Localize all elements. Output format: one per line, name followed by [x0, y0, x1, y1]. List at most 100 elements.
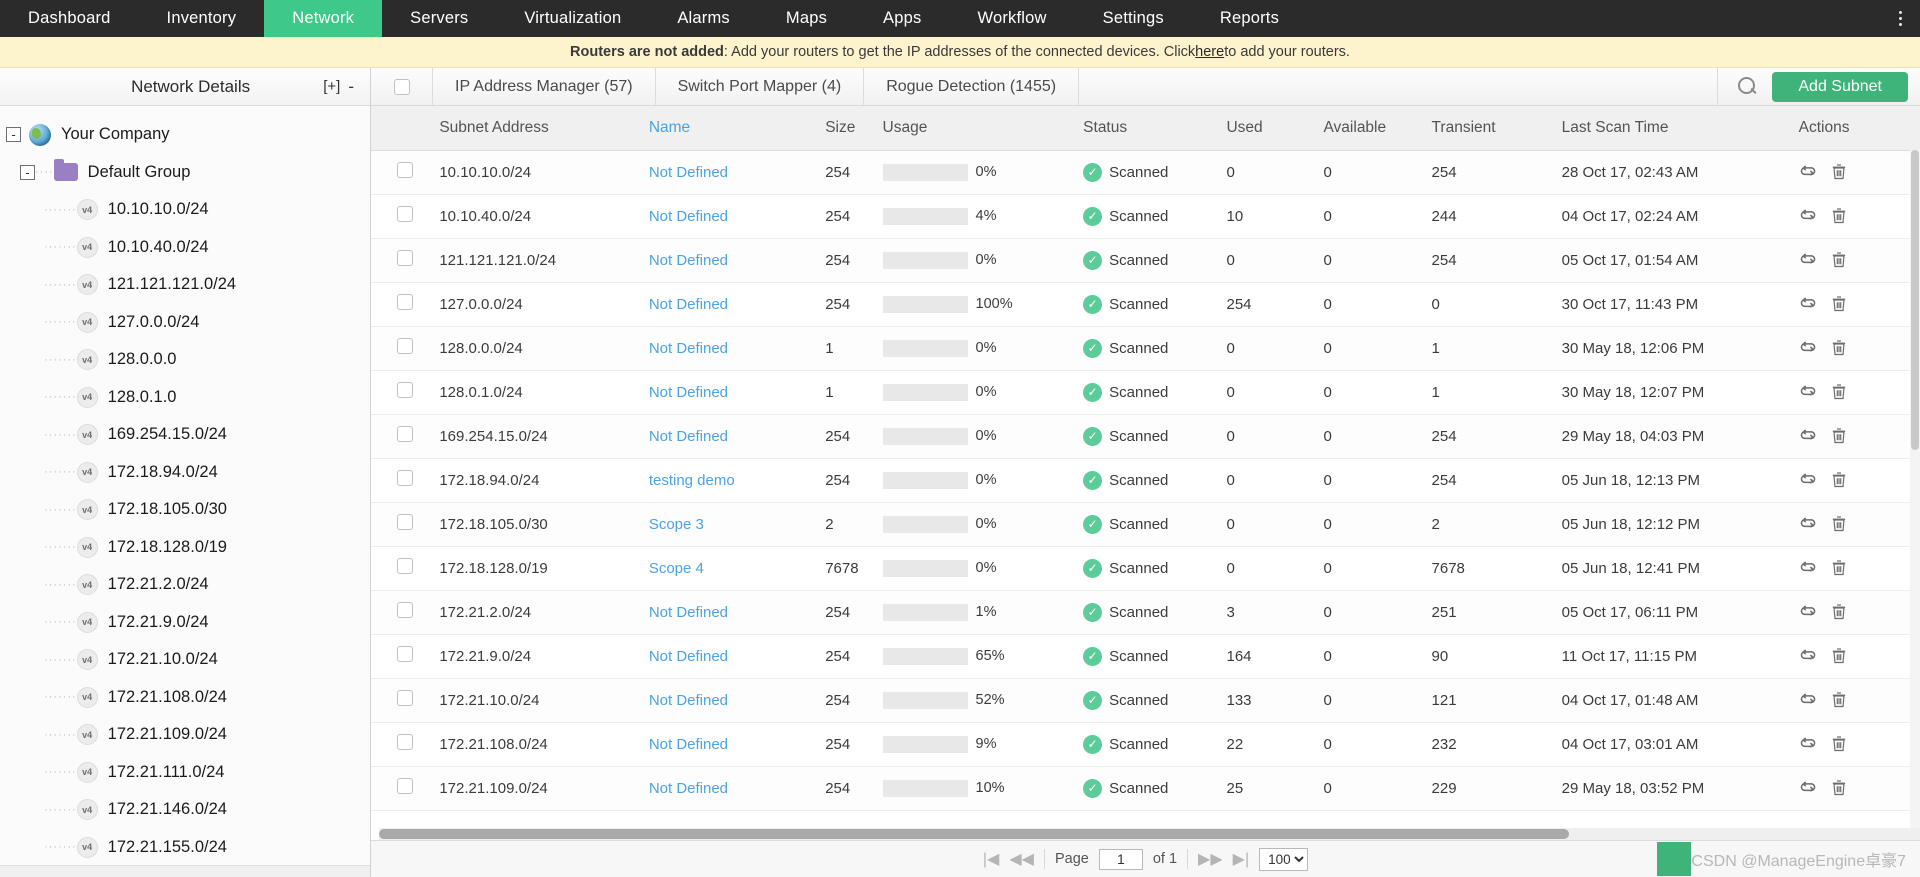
tab-rogue-detection[interactable]: Rogue Detection (1455) — [864, 68, 1080, 105]
subnet-name-link[interactable]: Not Defined — [649, 208, 728, 225]
table-row[interactable]: 172.18.128.0/19 Scope 4 7678 0% ✓ Scanne… — [371, 546, 1920, 591]
delete-icon[interactable] — [1832, 604, 1846, 620]
cell-name[interactable]: Not Defined — [648, 282, 826, 327]
row-checkbox[interactable] — [397, 690, 414, 706]
table-vertical-scrollbar[interactable] — [1910, 150, 1920, 828]
rescan-icon[interactable] — [1799, 252, 1818, 268]
cell-name[interactable]: Not Defined — [648, 194, 826, 239]
table-row[interactable]: 172.18.94.0/24 testing demo 254 0% ✓ Sca… — [371, 458, 1920, 503]
nav-item-maps[interactable]: Maps — [758, 0, 855, 37]
table-row[interactable]: 172.21.109.0/24 Not Defined 254 10% ✓ Sc… — [371, 766, 1920, 811]
cell-name[interactable]: Not Defined — [648, 634, 826, 679]
row-checkbox[interactable] — [397, 250, 414, 266]
column-last-scan-time[interactable]: Last Scan Time — [1561, 106, 1799, 151]
tree-node-subnet[interactable]: ······· v4 172.18.105.0/30 — [0, 491, 370, 529]
tab-switch-port-mapper[interactable]: Switch Port Mapper (4) — [656, 68, 865, 105]
rescan-icon[interactable] — [1799, 296, 1818, 312]
rescan-icon[interactable] — [1799, 340, 1818, 356]
tree-node-subnet[interactable]: ······· v4 172.21.2.0/24 — [0, 566, 370, 604]
rescan-icon[interactable] — [1799, 692, 1818, 708]
tree-node-subnet[interactable]: ······· v4 128.0.0.0 — [0, 341, 370, 379]
table-row[interactable]: 128.0.1.0/24 Not Defined 1 0% ✓ Scanned … — [371, 370, 1920, 415]
subnet-name-link[interactable]: Not Defined — [649, 736, 728, 753]
tree-node-subnet[interactable]: ······· v4 121.121.121.0/24 — [0, 266, 370, 304]
row-checkbox[interactable] — [397, 646, 414, 662]
column-subnet-address[interactable]: Subnet Address — [439, 106, 649, 151]
tree-node-subnet[interactable]: ······· v4 172.18.94.0/24 — [0, 454, 370, 492]
subnet-name-link[interactable]: testing demo — [649, 472, 735, 489]
subnet-name-link[interactable]: Scope 3 — [649, 516, 704, 533]
tree-node-subnet[interactable]: ······· v4 172.21.109.0/24 — [0, 716, 370, 754]
row-checkbox[interactable] — [397, 734, 414, 750]
delete-icon[interactable] — [1832, 340, 1846, 356]
tree-node-subnet[interactable]: ······· v4 172.21.9.0/24 — [0, 604, 370, 642]
table-row[interactable]: 127.0.0.0/24 Not Defined 254 100% ✓ Scan… — [371, 282, 1920, 327]
row-checkbox[interactable] — [397, 382, 414, 398]
banner-here-link[interactable]: here — [1195, 44, 1224, 60]
tree-node-subnet[interactable]: ······· v4 172.18.128.0/19 — [0, 529, 370, 567]
row-checkbox[interactable] — [397, 514, 414, 530]
nav-item-apps[interactable]: Apps — [855, 0, 949, 37]
row-checkbox[interactable] — [397, 338, 414, 354]
table-row[interactable]: 128.0.0.0/24 Not Defined 1 0% ✓ Scanned … — [371, 326, 1920, 371]
tree-toggle-icon[interactable]: - — [20, 164, 35, 180]
cell-name[interactable]: Not Defined — [648, 238, 826, 283]
cell-name[interactable]: Scope 4 — [648, 546, 826, 591]
column-usage[interactable]: Usage — [882, 106, 1084, 151]
scrollbar-thumb[interactable] — [1911, 150, 1919, 450]
cell-name[interactable]: Not Defined — [648, 414, 826, 459]
cell-name[interactable]: testing demo — [648, 458, 826, 503]
table-row[interactable]: 172.21.108.0/24 Not Defined 254 9% ✓ Sca… — [371, 722, 1920, 767]
add-subnet-button[interactable]: Add Subnet — [1772, 71, 1908, 102]
table-row[interactable]: 172.21.2.0/24 Not Defined 254 1% ✓ Scann… — [371, 590, 1920, 635]
rescan-icon[interactable] — [1799, 472, 1818, 488]
rescan-icon[interactable] — [1799, 384, 1818, 400]
subnet-name-link[interactable]: Not Defined — [649, 604, 728, 621]
cell-name[interactable]: Not Defined — [648, 590, 826, 635]
subnet-name-link[interactable]: Not Defined — [649, 340, 728, 357]
cell-name[interactable]: Not Defined — [648, 150, 826, 195]
table-row[interactable]: 172.21.10.0/24 Not Defined 254 52% ✓ Sca… — [371, 678, 1920, 723]
subnet-name-link[interactable]: Not Defined — [649, 692, 728, 709]
table-row[interactable]: 172.18.105.0/30 Scope 3 2 0% ✓ Scanned 0… — [371, 502, 1920, 547]
page-size-select[interactable]: 2550100200 — [1259, 847, 1309, 871]
row-checkbox[interactable] — [397, 558, 414, 574]
rescan-icon[interactable] — [1799, 604, 1818, 620]
tree-node-subnet[interactable]: ······· v4 172.21.10.0/24 — [0, 641, 370, 679]
subnet-name-link[interactable]: Scope 4 — [649, 560, 704, 577]
nav-item-virtualization[interactable]: Virtualization — [496, 0, 649, 37]
tree-node-subnet[interactable]: ······· v4 172.21.111.0/24 — [0, 754, 370, 792]
nav-item-network[interactable]: Network — [264, 0, 383, 37]
row-checkbox[interactable] — [397, 206, 414, 222]
tree-node-subnet[interactable]: ······· v4 172.21.146.0/24 — [0, 791, 370, 829]
last-page-button[interactable]: ▶| — [1233, 849, 1249, 869]
nav-item-alarms[interactable]: Alarms — [649, 0, 758, 37]
rescan-icon[interactable] — [1799, 560, 1818, 576]
delete-icon[interactable] — [1832, 560, 1846, 576]
nav-item-dashboard[interactable]: Dashboard — [0, 0, 139, 37]
rescan-icon[interactable] — [1799, 736, 1818, 752]
table-row[interactable]: 10.10.40.0/24 Not Defined 254 4% ✓ Scann… — [371, 194, 1920, 239]
nav-item-inventory[interactable]: Inventory — [139, 0, 265, 37]
tree-node-subnet[interactable]: ······· v4 10.10.10.0/24 — [0, 191, 370, 229]
tree-node-subnet[interactable]: ······· v4 10.10.40.0/24 — [0, 229, 370, 267]
tree-node-your-company[interactable]: - Your Company — [0, 116, 370, 154]
delete-icon[interactable] — [1832, 208, 1846, 224]
subnet-name-link[interactable]: Not Defined — [649, 428, 728, 445]
rescan-icon[interactable] — [1799, 780, 1818, 796]
subnet-name-link[interactable]: Not Defined — [649, 252, 728, 269]
table-row[interactable]: 169.254.15.0/24 Not Defined 254 0% ✓ Sca… — [371, 414, 1920, 459]
tree-node-subnet[interactable]: ······· v4 128.0.1.0 — [0, 379, 370, 417]
delete-icon[interactable] — [1832, 736, 1846, 752]
column-transient[interactable]: Transient — [1431, 106, 1562, 151]
column-status[interactable]: Status — [1083, 106, 1227, 151]
table-row[interactable]: 121.121.121.0/24 Not Defined 254 0% ✓ Sc… — [371, 238, 1920, 283]
subnet-name-link[interactable]: Not Defined — [649, 296, 728, 313]
row-checkbox[interactable] — [397, 778, 414, 794]
column-used[interactable]: Used — [1226, 106, 1324, 151]
cell-name[interactable]: Not Defined — [648, 370, 826, 415]
table-row[interactable]: 172.21.9.0/24 Not Defined 254 65% ✓ Scan… — [371, 634, 1920, 679]
row-checkbox[interactable] — [397, 294, 414, 310]
column-available[interactable]: Available — [1323, 106, 1432, 151]
delete-icon[interactable] — [1832, 516, 1846, 532]
